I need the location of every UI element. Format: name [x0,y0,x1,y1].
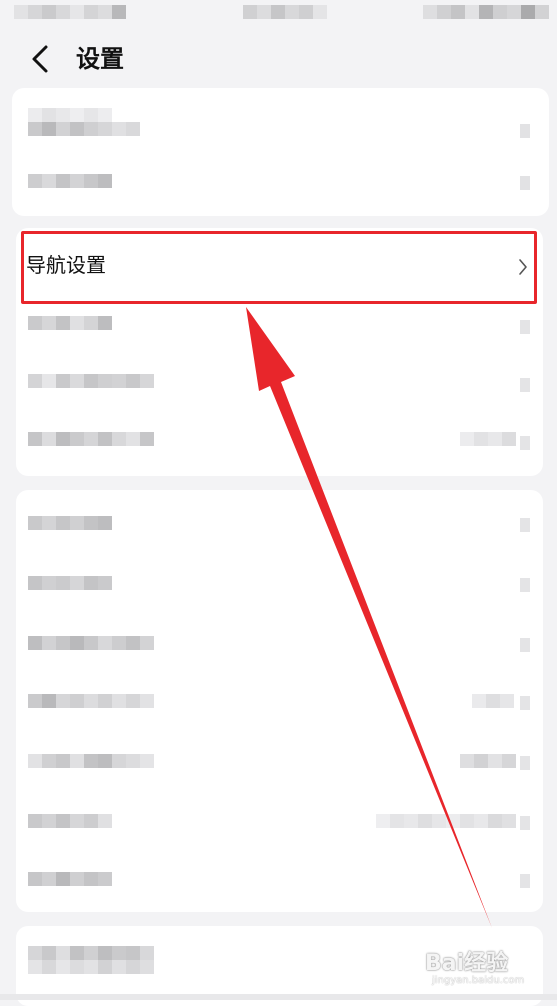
header: 设置 [0,30,557,90]
list-item-blurred[interactable] [16,672,543,730]
nav-settings-label: 导航设置 [26,253,106,277]
list-item-blurred[interactable] [16,614,543,672]
status-icons-blurred [423,5,549,19]
list-item-blurred[interactable] [16,732,543,790]
nav-settings-row[interactable]: 导航设置 [22,232,538,305]
list-item-blurred[interactable] [16,792,543,850]
settings-card-3 [16,490,543,912]
chevron-left-icon[interactable] [28,44,54,74]
watermark-url: jingyan.baidu.com [432,975,525,986]
list-item-blurred[interactable] [16,554,543,612]
list-item-blurred[interactable] [16,424,543,482]
settings-card-1 [12,88,549,216]
list-item-blurred[interactable] [12,152,549,210]
chevron-right-icon [519,259,527,275]
bottom-edge [0,994,557,1000]
status-center-blurred [243,5,327,19]
status-time-blurred [14,5,126,19]
list-item-blurred[interactable] [16,366,543,424]
watermark-logo: Bai经验 [425,951,509,976]
list-item-blurred[interactable] [16,308,543,366]
list-item-blurred[interactable] [12,94,549,152]
status-bar [0,0,557,30]
list-item-blurred[interactable] [16,494,543,552]
list-item-blurred[interactable] [16,852,543,910]
page-title: 设置 [76,45,124,73]
